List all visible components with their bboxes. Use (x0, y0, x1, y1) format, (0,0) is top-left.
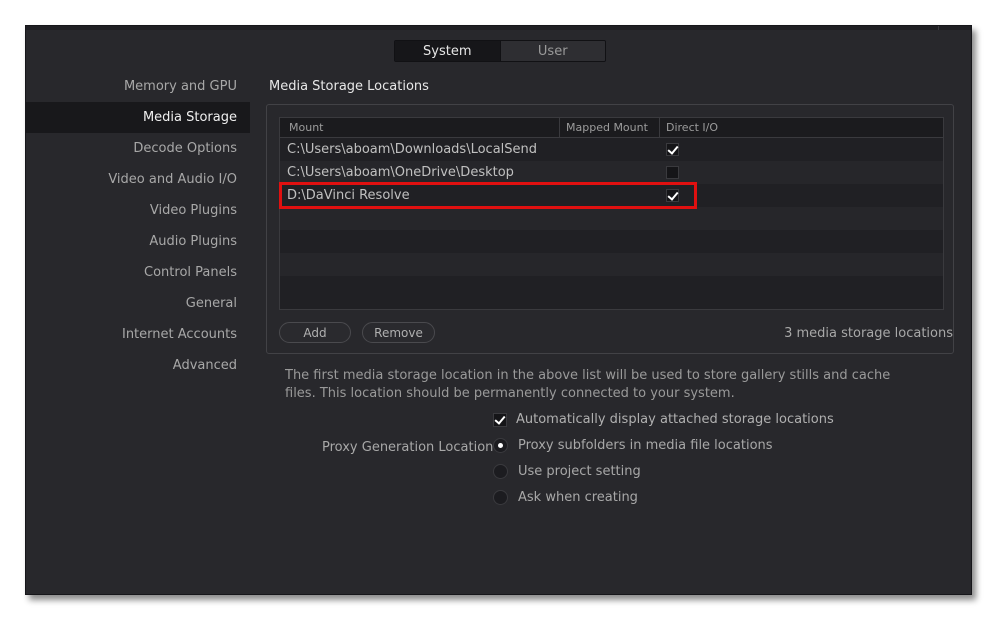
radio-button[interactable] (493, 464, 508, 479)
proxy-option-subfolders[interactable]: Proxy subfolders in media file locations (493, 438, 773, 453)
direct-io-checkbox[interactable] (666, 166, 679, 179)
empty-row (280, 276, 943, 299)
direct-io-checkbox[interactable] (666, 143, 679, 156)
auto-display-label: Automatically display attached storage l… (516, 412, 834, 427)
sidebar-item-advanced[interactable]: Advanced (26, 350, 250, 381)
radio-button[interactable] (493, 438, 508, 453)
empty-row (280, 207, 943, 230)
sidebar-item-internet-accounts[interactable]: Internet Accounts (26, 319, 250, 350)
radio-button[interactable] (493, 490, 508, 505)
proxy-option-ask[interactable]: Ask when creating (493, 490, 638, 505)
sidebar-item-media-storage[interactable]: Media Storage (26, 102, 250, 133)
tab-user[interactable]: User (500, 41, 605, 61)
add-button[interactable]: Add (279, 322, 351, 343)
column-header-mapped-mount[interactable]: Mapped Mount (560, 118, 660, 137)
location-count: 3 media storage locations (784, 326, 953, 341)
section-title: Media Storage Locations (269, 79, 429, 94)
table-row[interactable]: D:\DaVinci Resolve (280, 184, 943, 207)
table-row[interactable]: C:\Users\aboam\OneDrive\Desktop (280, 161, 943, 184)
tab-system[interactable]: System (395, 41, 501, 61)
auto-display-checkbox[interactable] (493, 412, 507, 427)
auto-display-option[interactable]: Automatically display attached storage l… (493, 412, 834, 427)
table-row[interactable]: C:\Users\aboam\Downloads\LocalSend (280, 138, 943, 161)
mount-path: D:\DaVinci Resolve (287, 188, 410, 203)
column-header-direct-io[interactable]: Direct I/O (660, 118, 760, 137)
mount-path: C:\Users\aboam\Downloads\LocalSend (287, 142, 538, 157)
media-storage-table: Mount Mapped Mount Direct I/O C:\Users\a… (279, 117, 944, 310)
column-header-mount[interactable]: Mount (280, 118, 560, 137)
preferences-window: System User Memory and GPU Media Storage… (25, 25, 972, 595)
sidebar-item-memory-and-gpu[interactable]: Memory and GPU (26, 71, 250, 102)
proxy-option-label: Use project setting (518, 464, 641, 479)
sidebar-item-general[interactable]: General (26, 288, 250, 319)
direct-io-checkbox[interactable] (666, 189, 679, 202)
proxy-option-label: Ask when creating (518, 490, 638, 505)
remove-button[interactable]: Remove (362, 322, 435, 343)
empty-row (280, 253, 943, 276)
scope-tabs: System User (394, 40, 606, 62)
window-top-border (26, 26, 971, 30)
sidebar-item-control-panels[interactable]: Control Panels (26, 257, 250, 288)
proxy-option-project-setting[interactable]: Use project setting (493, 464, 641, 479)
sidebar-item-video-plugins[interactable]: Video Plugins (26, 195, 250, 226)
sidebar: Memory and GPU Media Storage Decode Opti… (26, 71, 250, 381)
sidebar-item-audio-plugins[interactable]: Audio Plugins (26, 226, 250, 257)
description-text: The first media storage location in the … (285, 368, 891, 401)
media-storage-panel: Mount Mapped Mount Direct I/O C:\Users\a… (266, 104, 954, 354)
mount-path: C:\Users\aboam\OneDrive\Desktop (287, 165, 514, 180)
proxy-generation-label: Proxy Generation Location (322, 440, 494, 455)
sidebar-item-decode-options[interactable]: Decode Options (26, 133, 250, 164)
table-header: Mount Mapped Mount Direct I/O (280, 118, 943, 138)
proxy-option-label: Proxy subfolders in media file locations (518, 438, 773, 453)
empty-row (280, 230, 943, 253)
sidebar-item-video-and-audio-io[interactable]: Video and Audio I/O (26, 164, 250, 195)
